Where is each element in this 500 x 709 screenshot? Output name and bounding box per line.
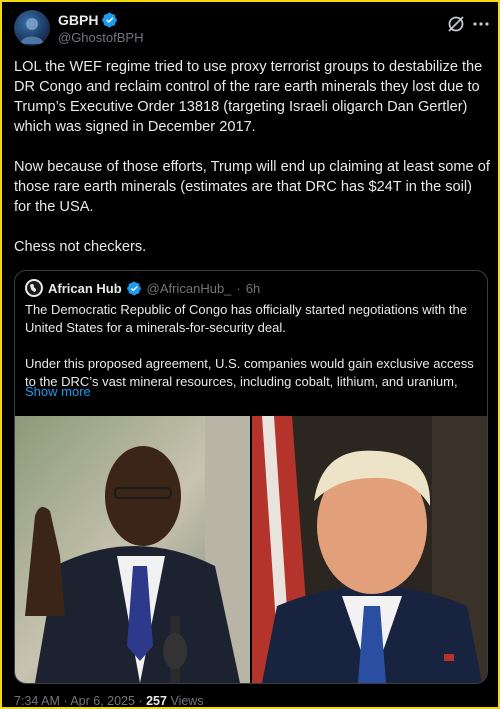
- views-count: 257: [146, 694, 167, 708]
- media-image-left[interactable]: [15, 416, 250, 683]
- photo-left: [15, 416, 250, 683]
- quoted-media: [15, 416, 487, 683]
- quoted-tweet-text: The Democratic Republic of Congo has off…: [25, 302, 474, 389]
- tweet-time[interactable]: 7:34 AM: [14, 694, 60, 708]
- quoted-separator: ·: [236, 280, 241, 296]
- photo-right: [252, 416, 487, 683]
- media-image-right[interactable]: [252, 416, 487, 683]
- quoted-author-handle[interactable]: @AfricanHub_: [147, 281, 232, 296]
- meta-separator-1: ·: [63, 694, 68, 708]
- quoted-tweet-header: African Hub @AfricanHub_ · 6h: [25, 279, 260, 297]
- more-options-icon[interactable]: [472, 16, 490, 32]
- avatar-portrait-icon: [20, 18, 44, 44]
- tweet-header: GBPH @GhostofBPH: [14, 10, 490, 50]
- globe-logo-icon: [27, 281, 41, 295]
- quoted-verified-badge-icon: [126, 281, 141, 295]
- quoted-time[interactable]: 6h: [246, 281, 260, 296]
- author-avatar[interactable]: [14, 10, 50, 46]
- views-label: Views: [170, 694, 204, 708]
- quoted-author-name[interactable]: African Hub: [48, 281, 122, 296]
- author-handle[interactable]: @GhostofBPH: [58, 30, 143, 45]
- meta-separator-2: ·: [138, 694, 143, 708]
- tweet-date[interactable]: Apr 6, 2025: [70, 694, 135, 708]
- tweet-text: LOL the WEF regime tried to use proxy te…: [14, 59, 490, 255]
- tweet-meta: 7:34 AM · Apr 6, 2025 · 257 Views: [14, 694, 204, 708]
- author-display-name[interactable]: GBPH: [58, 12, 98, 28]
- author-name-row: GBPH: [58, 12, 118, 28]
- verified-badge-icon: [102, 12, 118, 28]
- grok-icon[interactable]: [446, 14, 466, 34]
- quoted-author-avatar[interactable]: [25, 279, 43, 297]
- quoted-tweet[interactable]: African Hub @AfricanHub_ · 6h The Democr…: [14, 270, 488, 684]
- tweet-container: GBPH @GhostofBPH LOL the WEF regime trie…: [0, 0, 500, 709]
- show-more-link[interactable]: Show more: [25, 384, 91, 399]
